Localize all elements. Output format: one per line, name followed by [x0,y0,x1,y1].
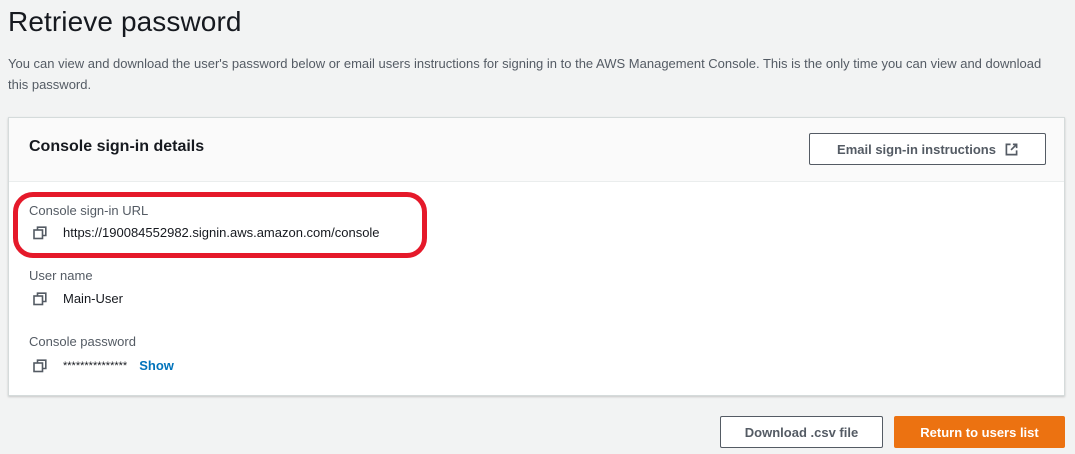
copy-icon[interactable] [33,225,47,240]
card-title: Console sign-in details [29,138,205,155]
sign-in-url-row: https://190084552982.signin.aws.amazon.c… [29,225,380,240]
email-button-label: Email sign-in instructions [837,141,996,157]
copy-icon[interactable] [33,358,47,373]
user-name-row: Main-User [29,291,123,306]
console-password-label: Console password [29,334,136,349]
sign-in-url-label: Console sign-in URL [29,203,149,218]
sign-in-url-value: https://190084552982.signin.aws.amazon.c… [63,225,380,240]
page-title: Retrieve password [8,6,242,37]
show-password-link[interactable]: Show [139,358,174,373]
user-name-label: User name [29,268,93,283]
copy-icon[interactable] [33,291,47,306]
card-header: Console sign-in details Email sign-in in… [9,118,1064,182]
return-to-users-list-button[interactable]: Return to users list [894,416,1065,448]
console-password-row: *************** Show [29,358,174,373]
page-description: You can view and download the user's pas… [8,56,1042,92]
console-sign-in-card: Console sign-in details Email sign-in in… [8,117,1065,396]
console-password-value: *************** [63,359,128,372]
external-link-icon [1005,143,1018,155]
user-name-value: Main-User [63,291,123,306]
email-sign-in-instructions-button[interactable]: Email sign-in instructions [809,133,1046,165]
download-csv-button[interactable]: Download .csv file [720,416,883,448]
